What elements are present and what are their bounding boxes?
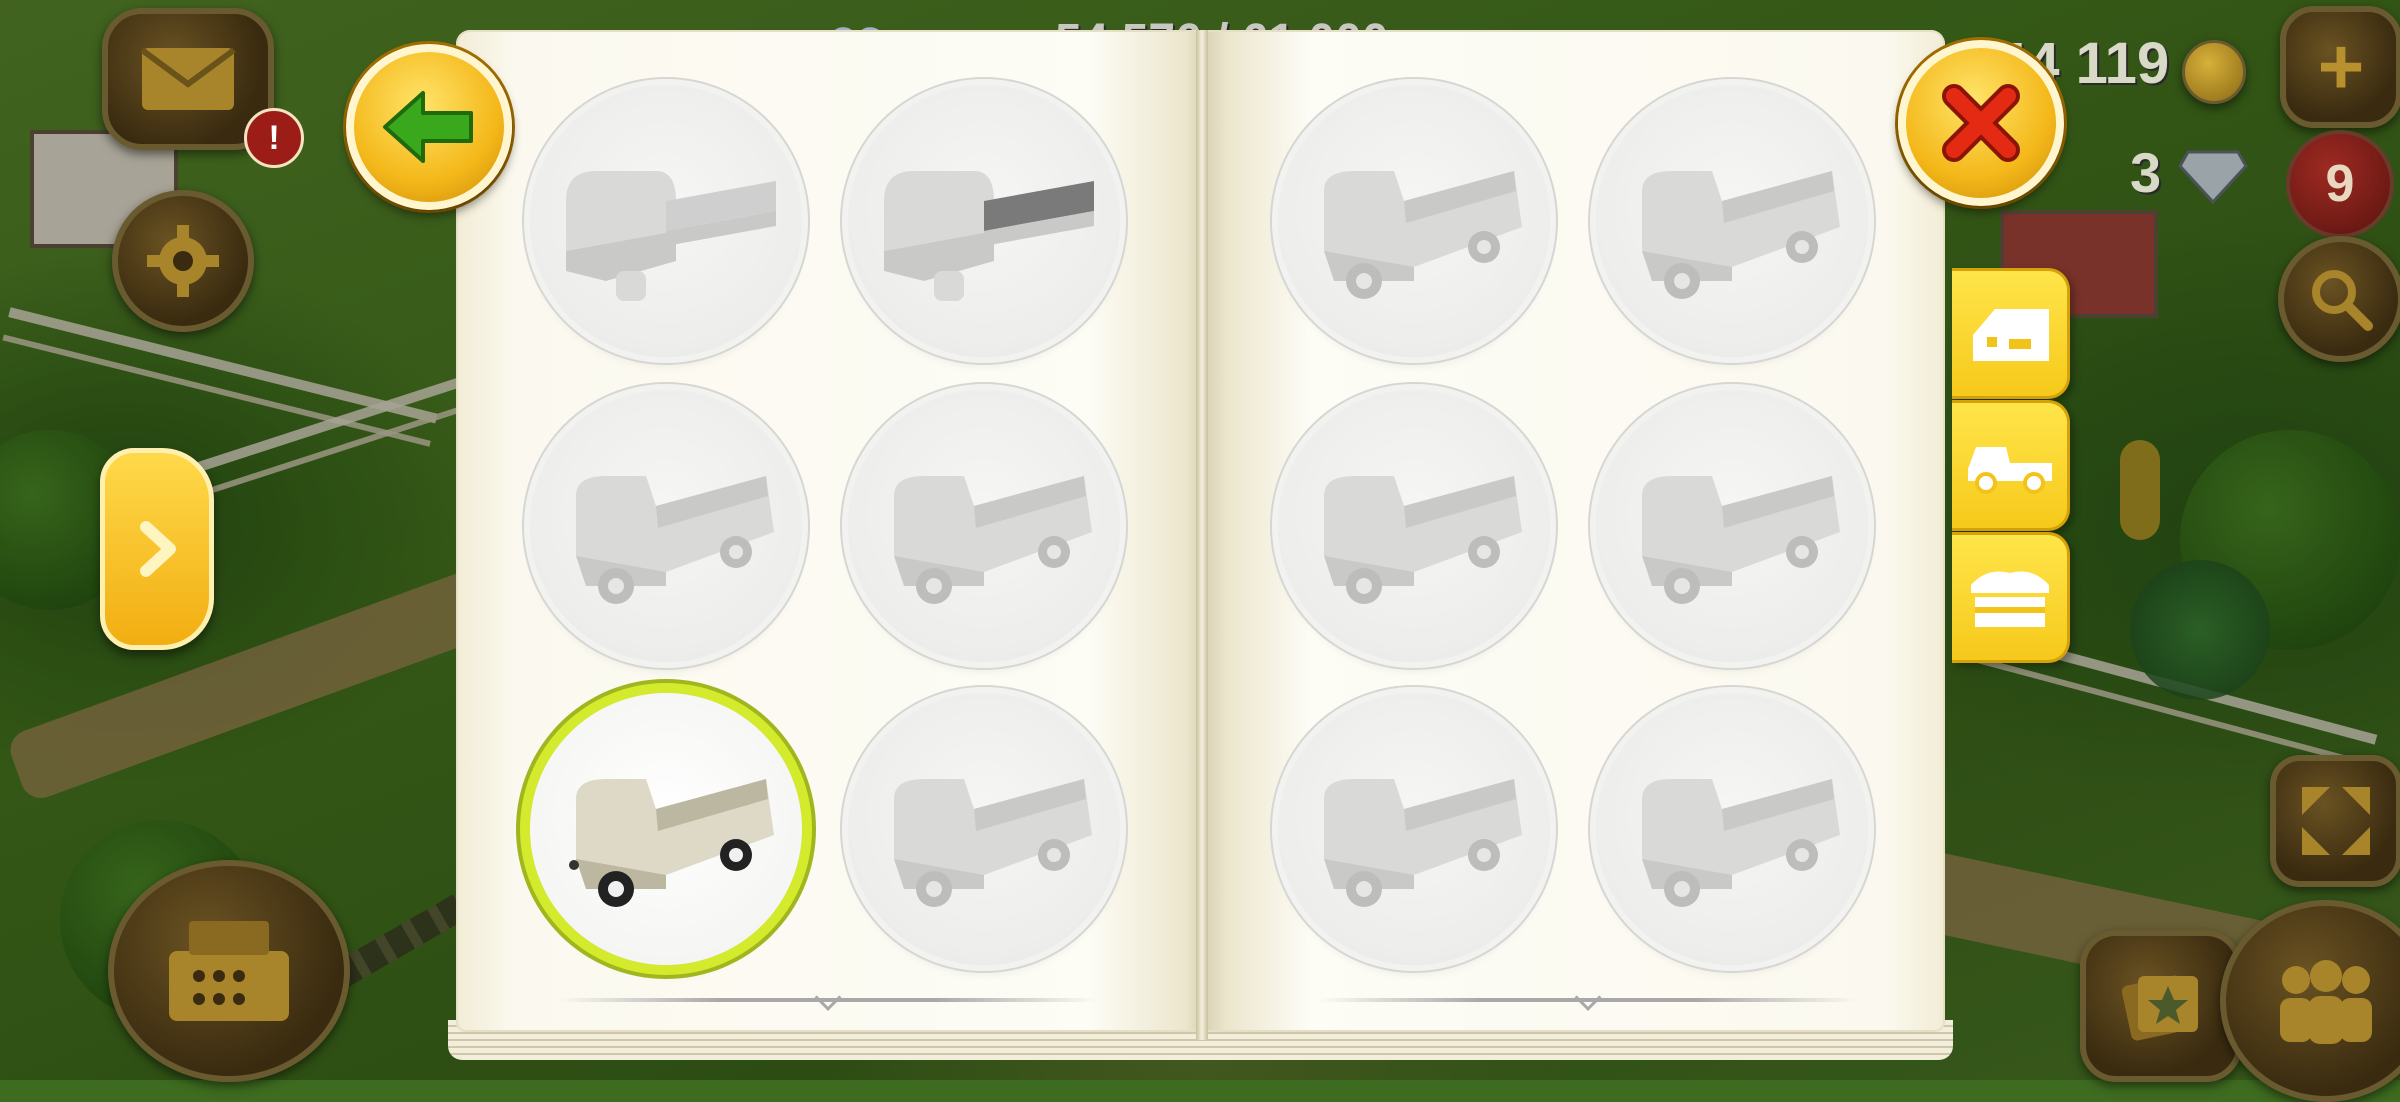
- fence: [182, 374, 478, 500]
- page-flourish: [558, 998, 1098, 1002]
- expand-button[interactable]: [2270, 755, 2400, 887]
- pickup-truck-icon: [569, 779, 774, 907]
- tab-vehicles[interactable]: [1952, 400, 2070, 531]
- skin-slot-locked[interactable]: [530, 390, 802, 662]
- dragon-statue: [2130, 560, 2270, 700]
- buy-coins-button[interactable]: +: [2280, 6, 2400, 128]
- roadside-shop-button[interactable]: [108, 860, 350, 1082]
- people-icon: [2280, 960, 2372, 1044]
- pickup-truck-icon: [1642, 171, 1840, 299]
- pickup-truck-icon: [1642, 476, 1840, 604]
- gear-icon: [147, 225, 219, 297]
- fence: [2, 307, 438, 447]
- tab-roadside-stall[interactable]: [1952, 532, 2070, 663]
- close-x-icon: [1942, 84, 2020, 162]
- book-spine: [1196, 30, 1208, 1040]
- chevron-right-icon: [140, 521, 176, 577]
- arrow-left-icon: [383, 91, 473, 163]
- expand-arrows-icon: [2302, 787, 2370, 855]
- pickup-truck-icon: [894, 779, 1092, 907]
- page-flourish: [1318, 998, 1858, 1002]
- skin-slot-locked[interactable]: [530, 85, 802, 357]
- diamonds-count: 3: [2130, 141, 2162, 204]
- skin-slot-locked[interactable]: [1278, 85, 1550, 357]
- house-icon: [1972, 308, 2049, 361]
- next-page-button[interactable]: [100, 448, 214, 650]
- skin-slot-locked[interactable]: [1278, 390, 1550, 662]
- photo-cards-icon: [2121, 975, 2198, 1041]
- skin-slot-locked[interactable]: [1596, 85, 1868, 357]
- flatbed-truck-icon: [566, 171, 776, 301]
- plus-icon: +: [2317, 22, 2365, 111]
- tab-buildings[interactable]: [1952, 268, 2070, 399]
- pickup-truck-icon: [894, 476, 1092, 604]
- skin-slot-locked[interactable]: [848, 390, 1120, 662]
- pickup-truck-icon: [1324, 476, 1522, 604]
- tree: [2180, 430, 2400, 650]
- gold-statue: [2120, 440, 2160, 540]
- skin-slot-locked[interactable]: [1596, 390, 1868, 662]
- pickup-truck-icon: [576, 476, 774, 604]
- truck-icon: [1967, 446, 2052, 494]
- pickup-truck-icon: [1324, 171, 1522, 299]
- diamond-icon: [2178, 150, 2248, 204]
- settings-button[interactable]: [112, 190, 254, 332]
- notification-count-badge[interactable]: 9: [2286, 130, 2394, 238]
- pickup-truck-icon: [1642, 779, 1840, 907]
- back-button[interactable]: [346, 44, 512, 210]
- coin-icon: [2182, 40, 2246, 104]
- magnifier-icon: [2312, 270, 2373, 331]
- skin-catalog-book: [448, 30, 1953, 1060]
- envelope-icon: [140, 47, 236, 110]
- album-button[interactable]: [2080, 930, 2242, 1082]
- stall-icon: [1970, 571, 2049, 627]
- skin-slot-selected[interactable]: [530, 693, 802, 965]
- search-button[interactable]: [2278, 236, 2400, 362]
- skin-slot-locked[interactable]: [1596, 693, 1868, 965]
- flatbed-truck-icon: [884, 171, 1094, 301]
- close-button[interactable]: [1898, 40, 2064, 206]
- cash-register-icon: [169, 921, 289, 1021]
- skin-slot-locked[interactable]: [848, 85, 1120, 357]
- skin-slot-locked[interactable]: [848, 693, 1120, 965]
- pickup-truck-icon: [1324, 779, 1522, 907]
- mail-alert-badge: !: [244, 108, 304, 168]
- skin-slot-locked[interactable]: [1278, 693, 1550, 965]
